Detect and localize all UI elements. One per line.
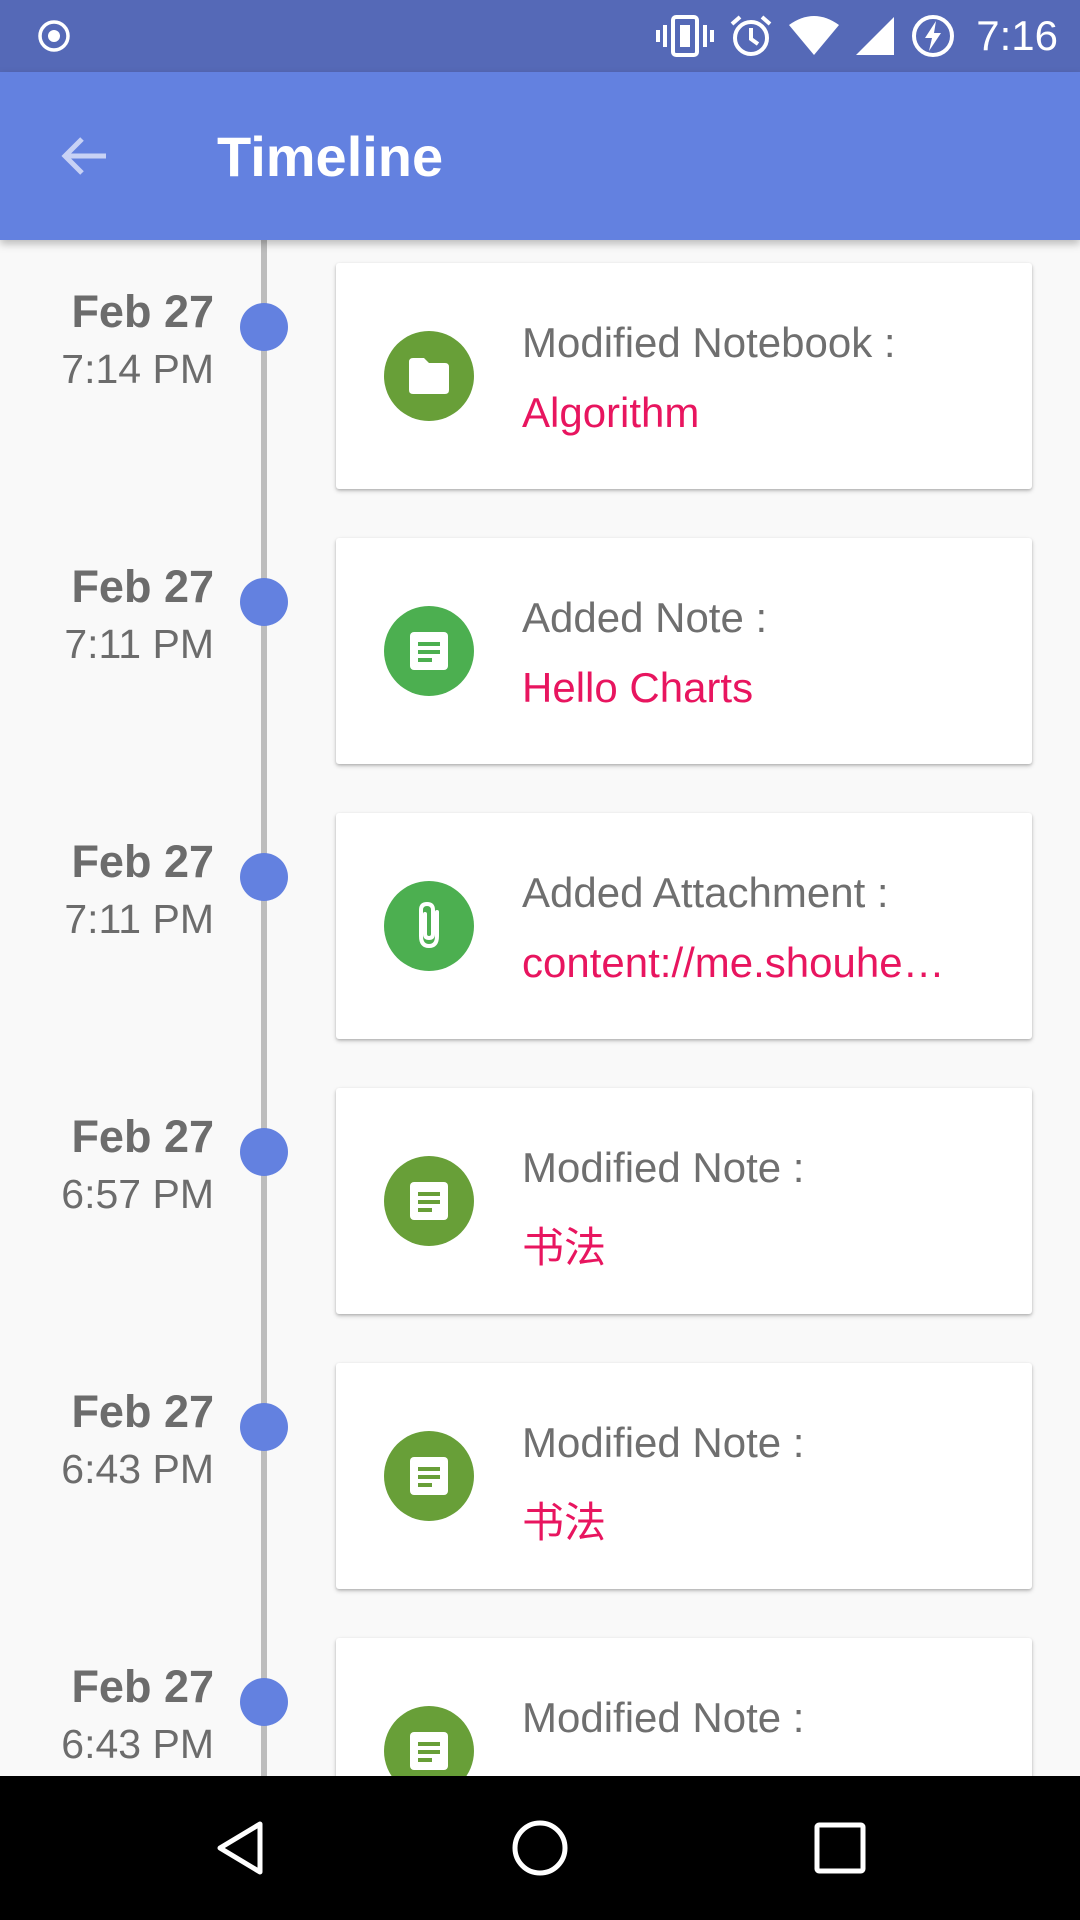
page-title: Timeline bbox=[217, 125, 444, 188]
card-action: Added Attachment : bbox=[522, 869, 889, 916]
timeline-date: Feb 27 bbox=[71, 1661, 214, 1712]
card-target: 书法 bbox=[522, 1224, 607, 1271]
timeline-time: 6:43 PM bbox=[61, 1446, 214, 1492]
note-icon bbox=[384, 1431, 474, 1521]
timeline-time: 7:11 PM bbox=[64, 896, 214, 942]
timeline-card[interactable]: Modified Note : 书法 bbox=[336, 1638, 1032, 1776]
timeline-date: Feb 27 bbox=[71, 286, 214, 337]
card-action: Added Note : bbox=[522, 594, 768, 641]
timeline-date: Feb 27 bbox=[71, 1386, 214, 1437]
timeline-dot bbox=[240, 1128, 288, 1176]
timeline-date: Feb 27 bbox=[71, 1111, 214, 1162]
timeline-item: Feb 27 6:43 PM Modified Note : 书法 bbox=[0, 1340, 1080, 1589]
card-action: Modified Notebook : bbox=[522, 319, 896, 366]
timeline-date: Feb 27 bbox=[71, 836, 214, 887]
nav-recents-icon[interactable] bbox=[810, 1818, 870, 1878]
record-icon bbox=[38, 20, 70, 52]
wifi-icon bbox=[789, 16, 840, 55]
vibrate-icon bbox=[656, 15, 715, 57]
nav-back-icon[interactable] bbox=[210, 1818, 270, 1878]
card-action: Modified Note : bbox=[522, 1419, 805, 1466]
timeline-dot bbox=[240, 1403, 288, 1451]
cell-signal-icon bbox=[856, 17, 895, 55]
timeline-time: 6:43 PM bbox=[61, 1721, 214, 1767]
note-icon bbox=[384, 606, 474, 696]
card-target: Algorithm bbox=[522, 389, 700, 436]
arrow-back-icon[interactable] bbox=[56, 128, 112, 184]
timeline-item: Feb 27 7:11 PM Added Attachment : conten… bbox=[0, 790, 1080, 1039]
timeline-item: Feb 27 7:14 PM Modified Notebook : Algor… bbox=[0, 240, 1080, 489]
timeline-dot bbox=[240, 1678, 288, 1726]
timeline-card[interactable]: Added Attachment : content://me.shouhe… bbox=[336, 813, 1032, 1039]
timeline-item: Feb 27 6:43 PM Modified Note : 书法 bbox=[0, 1615, 1080, 1776]
timeline-card[interactable]: Modified Notebook : Algorithm bbox=[336, 263, 1032, 489]
note-icon bbox=[384, 1706, 474, 1776]
timeline-dot bbox=[240, 578, 288, 626]
card-target: 书法 bbox=[522, 1764, 992, 1776]
battery-charging-icon bbox=[912, 15, 955, 57]
card-action: Modified Note : bbox=[522, 1144, 805, 1191]
timeline-item: Feb 27 6:57 PM Modified Note : 书法 bbox=[0, 1065, 1080, 1314]
folder-icon bbox=[384, 331, 474, 421]
timeline-card[interactable]: Added Note : Hello Charts bbox=[336, 538, 1032, 764]
navigation-bar bbox=[0, 1776, 1080, 1920]
note-icon bbox=[384, 1156, 474, 1246]
timeline-dot bbox=[240, 853, 288, 901]
card-target: 书法 bbox=[522, 1499, 607, 1546]
app-bar: Timeline bbox=[0, 72, 1080, 240]
status-bar: 7:16 bbox=[0, 0, 1080, 72]
timeline-time: 7:14 PM bbox=[61, 346, 214, 392]
card-target: content://me.shouhe… bbox=[522, 939, 945, 986]
card-action: Modified Note : bbox=[522, 1694, 805, 1741]
attachment-icon bbox=[384, 881, 474, 971]
card-target: Hello Charts bbox=[522, 664, 754, 711]
timeline-date: Feb 27 bbox=[71, 561, 214, 612]
timeline-dot bbox=[240, 303, 288, 351]
alarm-icon bbox=[730, 15, 772, 56]
timeline-time: 6:57 PM bbox=[61, 1171, 214, 1217]
timeline-item: Feb 27 7:11 PM Added Note : Hello Charts bbox=[0, 515, 1080, 764]
nav-home-icon[interactable] bbox=[510, 1818, 570, 1878]
timeline-list[interactable]: Feb 27 7:14 PM Modified Notebook : Algor… bbox=[0, 240, 1080, 1776]
timeline-card[interactable]: Modified Note : 书法 bbox=[336, 1088, 1032, 1314]
clock: 7:16 bbox=[976, 12, 1058, 59]
timeline-time: 7:11 PM bbox=[64, 621, 214, 667]
timeline-card[interactable]: Modified Note : 书法 bbox=[336, 1363, 1032, 1589]
